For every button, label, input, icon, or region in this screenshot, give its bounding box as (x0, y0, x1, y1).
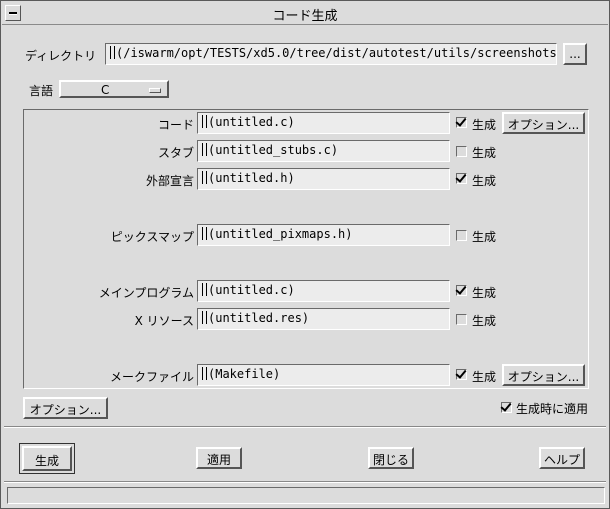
x-resources-generate-checkbox[interactable] (456, 314, 467, 325)
directory-field[interactable]: (/iswarm/opt/TESTS/xd5.0/tree/dist/autot… (105, 43, 557, 65)
pixmaps-file-field[interactable]: (untitled_pixmaps.h) (197, 224, 450, 246)
externs-file-field[interactable]: (untitled.h) (197, 168, 450, 190)
option-menu-indicator-icon (149, 88, 161, 93)
code-label: コード (157, 118, 194, 132)
code-file-field[interactable]: (untitled.c) (197, 112, 450, 134)
makefile-label: メークファイル (109, 370, 194, 384)
apply-on-generate-checkbox[interactable] (501, 402, 512, 413)
code-generate-label: 生成 (472, 118, 497, 132)
externs-label: 外部宣言 (145, 174, 194, 188)
help-button[interactable]: ヘルプ (539, 447, 585, 469)
close-button[interactable]: 閉じる (368, 447, 414, 469)
makefile-file-field[interactable]: (Makefile) (197, 364, 450, 386)
pixmaps-label: ピックスマップ (110, 230, 194, 244)
pixmaps-generate-label: 生成 (472, 230, 497, 244)
status-bar (7, 487, 605, 504)
directory-browse-button[interactable]: ... (563, 43, 587, 65)
main-program-generate-label: 生成 (472, 286, 497, 300)
x-resources-generate-label: 生成 (472, 314, 497, 328)
makefile-options-button[interactable]: オプション... (502, 364, 585, 386)
x-resources-label: X リソース (134, 314, 194, 328)
separator (4, 426, 606, 428)
pixmaps-generate-checkbox[interactable] (456, 230, 467, 241)
stubs-file-field[interactable]: (untitled_stubs.c) (197, 140, 450, 162)
externs-generate-label: 生成 (472, 174, 497, 188)
stubs-generate-label: 生成 (472, 146, 497, 160)
language-option-menu[interactable]: C (59, 80, 169, 98)
x-resources-file-field[interactable]: (untitled.res) (197, 308, 450, 330)
title-bar[interactable]: コード生成 (2, 2, 608, 25)
main-program-file-field[interactable]: (untitled.c) (197, 280, 450, 302)
language-label: 言語 (29, 84, 54, 98)
main-program-label: メインプログラム (98, 286, 194, 300)
apply-button[interactable]: 適用 (196, 447, 242, 469)
makefile-generate-checkbox[interactable] (456, 369, 467, 380)
code-generate-checkbox[interactable] (456, 117, 467, 128)
externs-generate-checkbox[interactable] (456, 173, 467, 184)
main-program-generate-checkbox[interactable] (456, 285, 467, 296)
code-options-button[interactable]: オプション... (502, 112, 585, 134)
code-generation-dialog: コード生成 ディレクトリ (/iswarm/opt/TESTS/xd5.0/tr… (0, 0, 610, 509)
generate-button[interactable]: 生成 (19, 443, 75, 474)
makefile-generate-label: 生成 (472, 370, 497, 384)
apply-on-generate-label: 生成時に適用 (516, 402, 589, 416)
separator-bottom (4, 481, 606, 483)
general-options-button[interactable]: オプション... (23, 397, 108, 419)
stubs-generate-checkbox[interactable] (456, 146, 467, 157)
language-value: C (101, 83, 110, 97)
window-title: コード生成 (272, 9, 338, 24)
stubs-label: スタブ (157, 146, 194, 160)
directory-label: ディレクトリ (25, 49, 97, 63)
